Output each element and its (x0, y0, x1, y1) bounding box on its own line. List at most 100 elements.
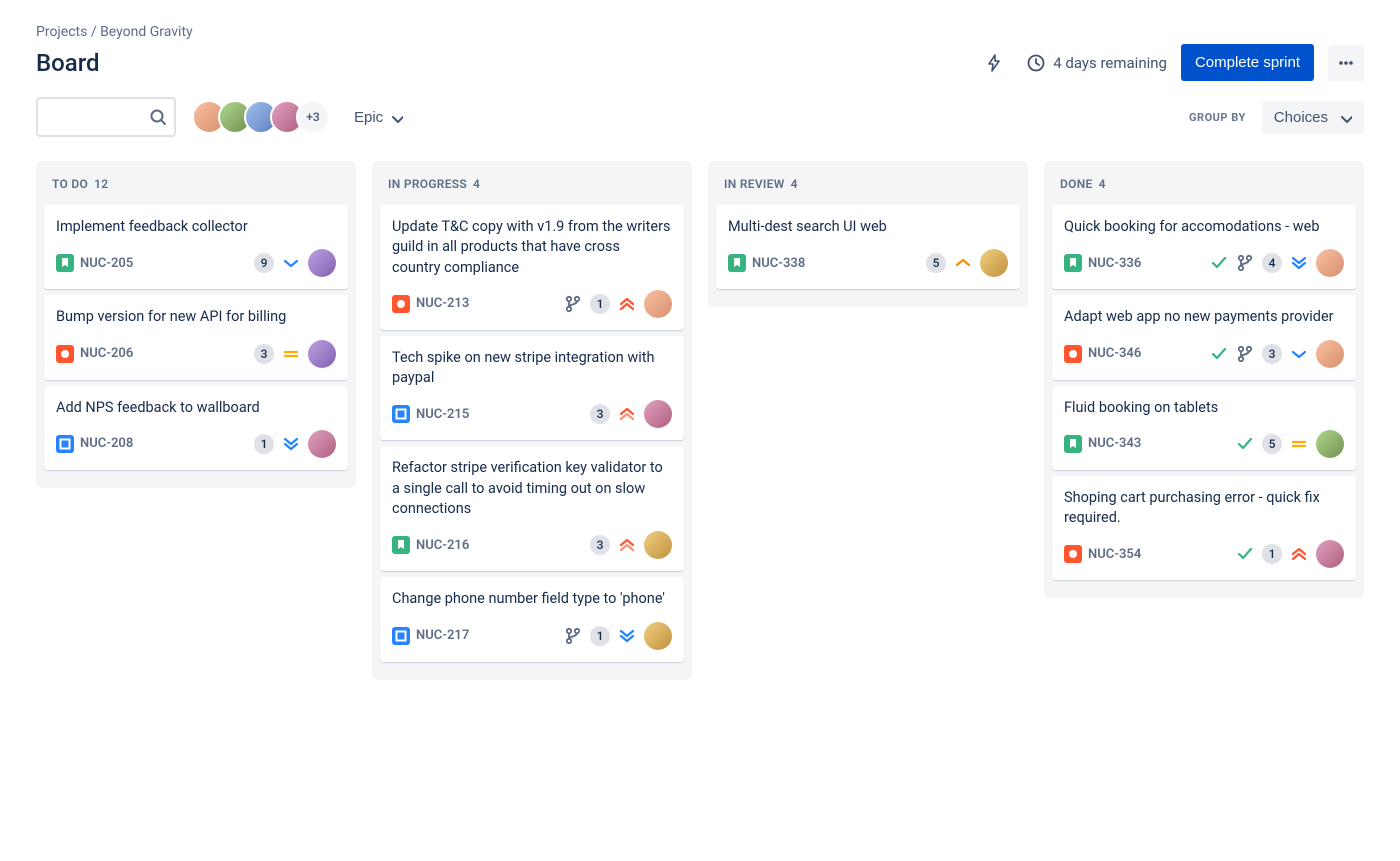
card-title: Add NPS feedback to wallboard (56, 398, 336, 418)
issue-key: NUC-336 (1088, 256, 1141, 271)
issue-type-icon (56, 435, 74, 453)
issue-key: NUC-208 (80, 436, 133, 451)
story-points: 5 (926, 253, 946, 273)
priority-icon (618, 536, 636, 554)
chevron-down-icon (389, 110, 403, 124)
more-actions-button[interactable] (1328, 45, 1364, 81)
issue-type-icon (392, 295, 410, 313)
priority-icon (618, 295, 636, 313)
branch-icon (564, 627, 582, 645)
board: TO DO12 Implement feedback collectorNUC-… (36, 161, 1364, 680)
card[interactable]: Shoping cart purchasing error - quick fi… (1052, 476, 1356, 581)
story-points: 1 (1262, 544, 1282, 564)
assignee-avatar[interactable] (1316, 340, 1344, 368)
check-icon (1236, 435, 1254, 453)
card-title: Fluid booking on tablets (1064, 398, 1344, 418)
issue-key: NUC-213 (416, 296, 469, 311)
assignee-avatar[interactable] (644, 290, 672, 318)
issue-type-icon (1064, 345, 1082, 363)
story-points: 9 (254, 253, 274, 273)
story-points: 5 (1262, 434, 1282, 454)
breadcrumb: Projects / Beyond Gravity (36, 24, 1364, 40)
assignee-avatar[interactable] (1316, 430, 1344, 458)
priority-icon (1290, 435, 1308, 453)
card[interactable]: Change phone number field type to 'phone… (380, 577, 684, 661)
card-title: Quick booking for accomodations - web (1064, 217, 1344, 237)
assignee-avatar[interactable] (308, 249, 336, 277)
story-points: 3 (1262, 344, 1282, 364)
breadcrumb-project[interactable]: Beyond Gravity (100, 24, 193, 40)
search-input[interactable] (46, 109, 150, 125)
issue-key: NUC-217 (416, 628, 469, 643)
page-title: Board (36, 49, 100, 77)
card[interactable]: Quick booking for accomodations - web NUC… (1052, 205, 1356, 289)
card[interactable]: Add NPS feedback to wallboard NUC-208 1 (44, 386, 348, 470)
group-by-label: GROUP BY (1189, 111, 1246, 124)
assignee-filter[interactable]: +3 (192, 100, 330, 134)
branch-icon (1236, 254, 1254, 272)
branch-icon (1236, 345, 1254, 363)
story-points: 3 (590, 404, 610, 424)
avatar-more[interactable]: +3 (296, 100, 330, 134)
priority-icon (1290, 545, 1308, 563)
assignee-avatar[interactable] (644, 531, 672, 559)
card-title: Shoping cart purchasing error - quick fi… (1064, 488, 1344, 529)
priority-icon (954, 254, 972, 272)
card[interactable]: Tech spike on new stripe integration wit… (380, 336, 684, 441)
story-points: 1 (254, 434, 274, 454)
priority-icon (282, 254, 300, 272)
card-title: Multi-dest search UI web (728, 217, 1008, 237)
issue-key: NUC-216 (416, 538, 469, 553)
column-inreview: IN REVIEW4 Multi-dest search UI webNUC-3… (708, 161, 1028, 307)
column-inprogress: IN PROGRESS4 Update T&C copy with v1.9 f… (372, 161, 692, 680)
issue-type-icon (56, 254, 74, 272)
assignee-avatar[interactable] (1316, 540, 1344, 568)
assignee-avatar[interactable] (308, 430, 336, 458)
assignee-avatar[interactable] (1316, 249, 1344, 277)
priority-icon (1290, 345, 1308, 363)
assignee-avatar[interactable] (980, 249, 1008, 277)
group-by-dropdown[interactable]: Choices (1262, 101, 1364, 134)
issue-key: NUC-205 (80, 256, 133, 271)
column-done: DONE4 Quick booking for accomodations - … (1044, 161, 1364, 598)
search-input-wrapper[interactable] (36, 97, 176, 137)
breadcrumb-projects[interactable]: Projects (36, 24, 87, 40)
column-todo: TO DO12 Implement feedback collectorNUC-… (36, 161, 356, 488)
issue-type-icon (392, 627, 410, 645)
check-icon (1210, 254, 1228, 272)
automation-button[interactable] (977, 45, 1013, 81)
story-points: 4 (1262, 253, 1282, 273)
issue-key: NUC-338 (752, 256, 805, 271)
card[interactable]: Fluid booking on tabletsNUC-3435 (1052, 386, 1356, 470)
issue-type-icon (1064, 254, 1082, 272)
issue-key: NUC-354 (1088, 547, 1141, 562)
card-title: Refactor stripe verification key validat… (392, 458, 672, 519)
issue-key: NUC-215 (416, 407, 469, 422)
issue-type-icon (1064, 435, 1082, 453)
card[interactable]: Update T&C copy with v1.9 from the write… (380, 205, 684, 330)
issue-type-icon (56, 345, 74, 363)
assignee-avatar[interactable] (308, 340, 336, 368)
complete-sprint-button[interactable]: Complete sprint (1181, 44, 1314, 81)
search-icon (150, 109, 166, 125)
card[interactable]: Multi-dest search UI web NUC-338 5 (716, 205, 1020, 289)
issue-type-icon (392, 405, 410, 423)
story-points: 3 (590, 535, 610, 555)
assignee-avatar[interactable] (644, 400, 672, 428)
days-remaining: 4 days remaining (1027, 54, 1167, 72)
card-title: Implement feedback collector (56, 217, 336, 237)
card-title: Adapt web app no new payments provider (1064, 307, 1344, 327)
card[interactable]: Adapt web app no new payments providerNU… (1052, 295, 1356, 379)
card[interactable]: Refactor stripe verification key validat… (380, 446, 684, 571)
epic-filter[interactable]: Epic (346, 103, 411, 132)
story-points: 1 (590, 626, 610, 646)
card-title: Change phone number field type to 'phone… (392, 589, 672, 609)
chevron-down-icon (1338, 110, 1352, 124)
more-icon (1337, 54, 1355, 72)
story-points: 3 (254, 344, 274, 364)
priority-icon (1290, 254, 1308, 272)
assignee-avatar[interactable] (644, 622, 672, 650)
card[interactable]: Implement feedback collector NUC-205 9 (44, 205, 348, 289)
card[interactable]: Bump version for new API for billingNUC-… (44, 295, 348, 379)
issue-type-icon (392, 536, 410, 554)
